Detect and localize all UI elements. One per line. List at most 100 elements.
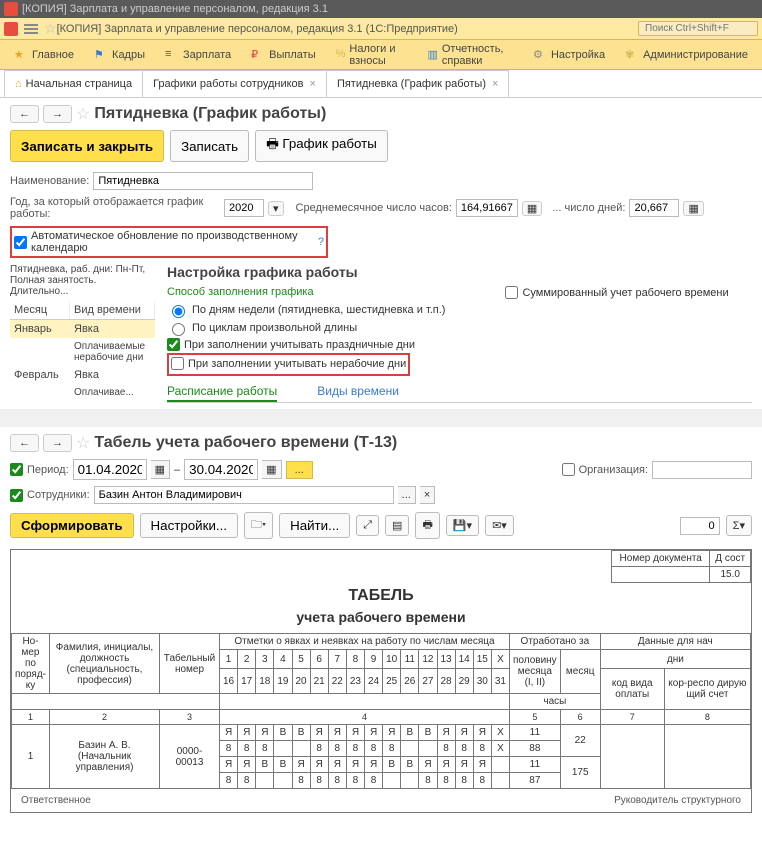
org-checkbox[interactable] (562, 463, 575, 476)
tab-schedules[interactable]: Графики работы сотрудников× (142, 70, 327, 97)
th-worked: Отработано за (510, 634, 601, 650)
menu-kadry[interactable]: ⚑Кадры (84, 40, 155, 69)
th-num: Но-мер по поряд-ку (12, 634, 50, 694)
year-label: Год, за который отображается график рабо… (10, 196, 220, 220)
find-button[interactable]: Найти... (279, 513, 350, 538)
form-button[interactable]: Сформировать (10, 513, 134, 538)
app-logo-icon (4, 2, 18, 16)
cell-month: Февраль (10, 366, 70, 384)
menu-nalogi[interactable]: %Налоги и взносы (326, 40, 418, 69)
date-to-input[interactable] (184, 459, 258, 480)
cell-fio: Базин А. В. (Начальник управления) (50, 725, 160, 789)
docdate-header: Д сост (710, 551, 751, 567)
tab-pyatidnevka[interactable]: Пятидневка (График работы)× (326, 70, 510, 97)
cell-kind: Явка (70, 366, 155, 384)
count-input[interactable] (680, 517, 720, 535)
close-icon[interactable]: × (492, 78, 498, 90)
menu-zarplata[interactable]: ≡Зарплата (155, 40, 241, 69)
table-icon[interactable]: ▤ (385, 515, 409, 536)
name-input[interactable] (93, 172, 313, 190)
app-logo-icon (4, 22, 18, 36)
save-close-button[interactable]: Записать и закрыть (10, 130, 164, 162)
th-fio: Фамилия, инициалы, должность (специально… (50, 634, 160, 694)
print-button[interactable]: 🖶 График работы (255, 130, 388, 162)
th-month: месяц (560, 650, 600, 694)
name-label: Наименование: (10, 175, 89, 187)
foot-right: Руководитель структурного (614, 795, 741, 806)
chk-holidays[interactable]: При заполнении учитывать праздничные дни (167, 338, 445, 351)
left-panel: Пятидневка, раб. дни: Пн-Пт, Полная заня… (10, 264, 155, 403)
highlight-box: Автоматическое обновление по производств… (10, 226, 328, 258)
clear-button[interactable]: × (420, 486, 435, 504)
th-code: код вида оплаты (600, 669, 664, 710)
year-spinner[interactable]: ▾ (268, 201, 284, 216)
menu-vyplaty[interactable]: ₽Выплаты (241, 40, 325, 69)
mail-icon[interactable]: ✉▾ (485, 515, 514, 536)
calc-icon[interactable]: ▦ (683, 201, 703, 216)
app-toolbar: ☆ [КОПИЯ] Зарплата и управление персонал… (0, 18, 762, 40)
printer-icon: 🖶 (266, 136, 282, 151)
variant-button[interactable]: 🗀▾ (244, 512, 273, 539)
tab-home[interactable]: ⌂Начальная страница (4, 70, 143, 97)
emp-checkbox[interactable] (10, 489, 23, 502)
expand-icon[interactable]: ⤢ (356, 515, 379, 536)
emp-input[interactable] (94, 486, 394, 504)
docnum-header: Номер документа (612, 551, 710, 567)
menu-admin[interactable]: ✾Администрирование (615, 40, 758, 69)
ellipsis-button[interactable]: ... (398, 486, 416, 504)
th-corr: кор-респо дирую щий счет (664, 669, 750, 710)
menu-otchet[interactable]: ▥Отчетность, справки (417, 40, 522, 69)
avghours-label: Среднемесячное число часов: (296, 202, 452, 214)
period-checkbox[interactable] (10, 463, 23, 476)
chk-summarized[interactable]: Суммированный учет рабочего времени (505, 286, 728, 299)
period-ellipsis-button[interactable]: ... (286, 461, 313, 479)
right-panel: Настройка графика работы Способ заполнен… (167, 264, 752, 403)
star-icon[interactable]: ☆ (76, 433, 90, 453)
cell-tabnum: 0000-00013 (160, 725, 220, 789)
settings-title: Настройка графика работы (167, 264, 752, 280)
search-input[interactable] (638, 21, 758, 36)
th-hours: часы (510, 694, 601, 710)
autoupdate-checkbox[interactable]: Автоматическое обновление по производств… (14, 230, 324, 254)
save-icon[interactable]: 💾▾ (446, 515, 479, 536)
star-icon[interactable]: ☆ (44, 20, 57, 37)
menu-main[interactable]: ★Главное (4, 40, 84, 69)
nav-back-button[interactable]: ← (10, 105, 39, 123)
days-label: ... число дней: (552, 202, 625, 214)
org-input[interactable] (652, 461, 752, 479)
subtab-schedule[interactable]: Расписание работы (167, 382, 277, 402)
print-icon[interactable]: 🖶 (415, 512, 439, 539)
avghours-input[interactable] (456, 199, 518, 217)
year-input[interactable] (224, 199, 264, 217)
window-title: [КОПИЯ] Зарплата и управление персоналом… (22, 3, 328, 15)
nav-back-button[interactable]: ← (10, 434, 39, 452)
nav-fwd-button[interactable]: → (43, 434, 72, 452)
save-button[interactable]: Записать (170, 130, 249, 162)
help-icon[interactable]: ? (318, 236, 324, 248)
nav-fwd-button[interactable]: → (43, 105, 72, 123)
sum-icon[interactable]: Σ▾ (726, 515, 752, 536)
titlebar: [КОПИЯ] Зарплата и управление персоналом… (0, 0, 762, 18)
subtab-kinds[interactable]: Виды времени (317, 382, 399, 402)
close-icon[interactable]: × (310, 78, 316, 90)
star-icon[interactable]: ☆ (76, 104, 90, 124)
calendar-icon[interactable]: ▦ (151, 460, 170, 479)
hamburger-icon[interactable] (24, 22, 38, 36)
calc-icon[interactable]: ▦ (522, 201, 542, 216)
emp-label: Сотрудники: (27, 489, 90, 501)
days-input[interactable] (629, 199, 679, 217)
separator (0, 409, 762, 427)
foot-left: Ответственное (21, 795, 91, 806)
settings-button[interactable]: Настройки... (140, 513, 238, 538)
fill-method-label: Способ заполнения графика (167, 286, 445, 298)
radio-byweekdays[interactable]: По дням недели (пятидневка, шестидневка … (167, 302, 445, 318)
cell-kind: Явка (70, 320, 155, 338)
col-kind: Вид времени (70, 301, 155, 319)
chk-nonworking[interactable]: При заполнении учитывать нерабочие дни (171, 357, 406, 370)
calendar-icon[interactable]: ▦ (262, 460, 281, 479)
menu-nastr[interactable]: ⚙Настройка (523, 40, 615, 69)
radio-bycycles[interactable]: По циклам произвольной длины (167, 320, 445, 336)
form-schedule: ← → ☆ Пятидневка (График работы) Записат… (0, 98, 762, 409)
desc-text: Пятидневка, раб. дни: Пн-Пт, (10, 264, 145, 275)
date-from-input[interactable] (73, 459, 147, 480)
